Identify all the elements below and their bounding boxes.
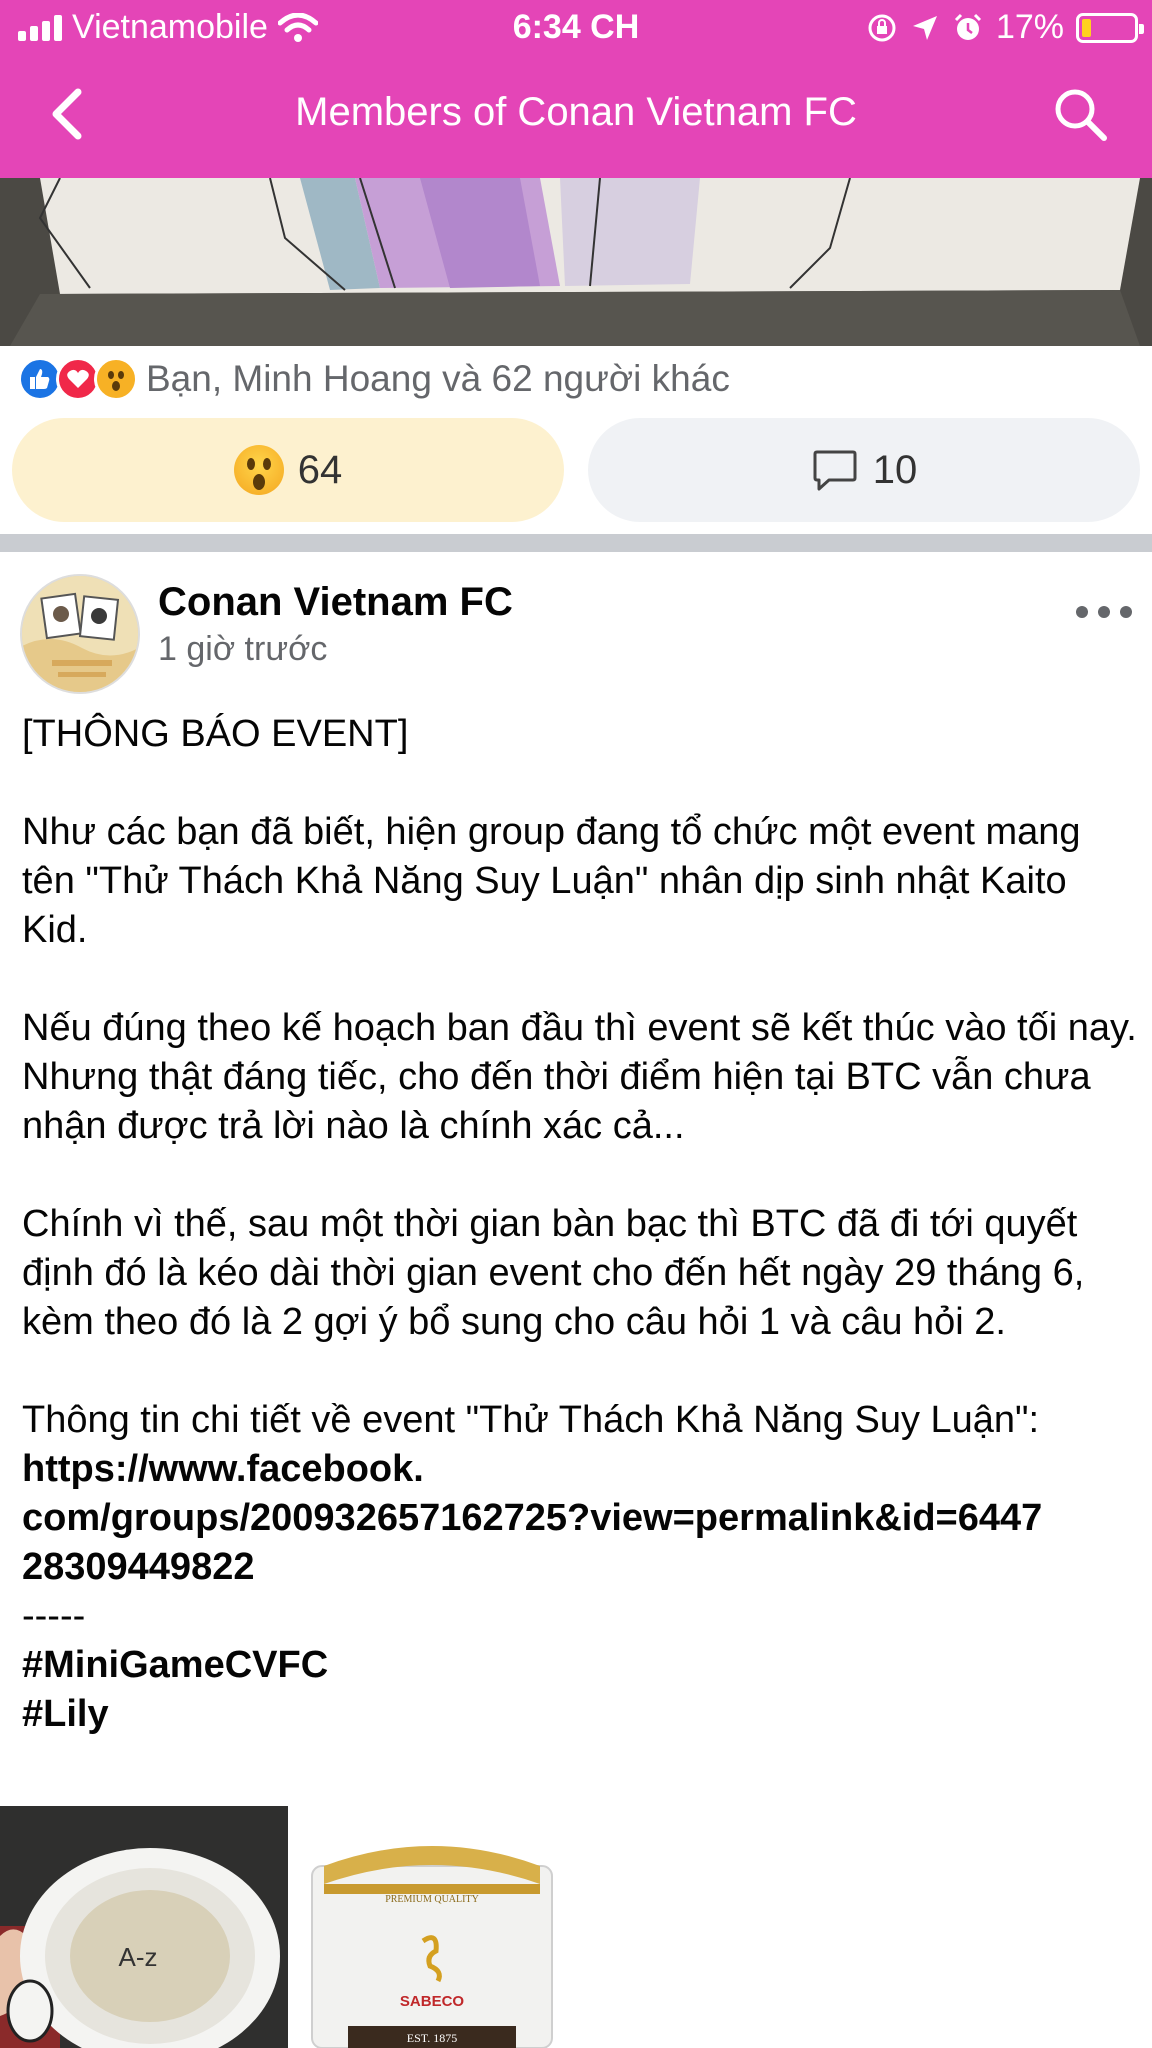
nav-bar: Members of Conan Vietnam FC bbox=[0, 70, 1152, 166]
status-right: 17% bbox=[866, 8, 1144, 47]
location-icon bbox=[912, 15, 937, 40]
can-est: EST. 1875 bbox=[407, 2031, 457, 2045]
post-author[interactable]: Conan Vietnam FC bbox=[158, 580, 513, 625]
battery-percent: 17% bbox=[995, 8, 1064, 46]
event-link-part-1: https://www.facebook. bbox=[22, 1448, 424, 1490]
event-link[interactable]: https://www.facebook. com/groups/2009326… bbox=[22, 1445, 1142, 1592]
wow-icon bbox=[94, 357, 138, 401]
event-link-part-2: com/groups/200932657162725?view=permalin… bbox=[22, 1497, 1043, 1539]
alarm-icon bbox=[954, 13, 981, 40]
previous-post-image[interactable] bbox=[0, 178, 1152, 346]
post-paragraph-1: Như các bạn đã biết, hiện group đang tổ … bbox=[22, 811, 1081, 951]
search-icon[interactable] bbox=[1050, 84, 1110, 144]
rotation-lock-icon bbox=[868, 14, 896, 41]
avatar[interactable] bbox=[20, 574, 140, 694]
can-top-text: PREMIUM QUALITY bbox=[385, 1894, 479, 1905]
post-time[interactable]: 1 giờ trước bbox=[158, 630, 327, 669]
cup-text: A-z bbox=[119, 1942, 158, 1972]
comment-button[interactable]: 10 bbox=[588, 418, 1140, 522]
post-paragraph-3: Chính vì thế, sau một thời gian bàn bạc … bbox=[22, 1203, 1085, 1343]
post-photo-can[interactable]: PREMIUM QUALITY SABECO EST. 1875 bbox=[288, 1806, 1152, 2048]
react-count: 64 bbox=[297, 447, 343, 492]
status-bar: Vietnamobile 6:34 CH 17% bbox=[0, 0, 1152, 58]
post-paragraph-2: Nếu đúng theo kế hoạch ban đầu thì event… bbox=[22, 1007, 1137, 1147]
page-title: Members of Conan Vietnam FC bbox=[295, 90, 857, 134]
react-button[interactable]: 64 bbox=[12, 418, 564, 522]
feed-separator bbox=[0, 534, 1152, 552]
hashtag-lily[interactable]: #Lily bbox=[22, 1690, 1142, 1739]
reactions-summary[interactable]: Bạn, Minh Hoang và 62 người khác bbox=[18, 355, 730, 403]
top-bar: Vietnamobile 6:34 CH 17% Members of Cona… bbox=[0, 0, 1152, 178]
comment-icon bbox=[813, 450, 857, 491]
hashtag-minigame[interactable]: #MiniGameCVFC bbox=[22, 1641, 1142, 1690]
reaction-icons bbox=[18, 357, 138, 401]
comment-count: 10 bbox=[872, 447, 918, 492]
post-paragraph-4: Thông tin chi tiết về event "Thử Thách K… bbox=[22, 1399, 1040, 1441]
drawing-paper-image bbox=[0, 178, 1152, 346]
more-options-icon[interactable] bbox=[1076, 598, 1132, 626]
event-link-part-3: 28309449822 bbox=[22, 1546, 255, 1588]
reactions-text: Bạn, Minh Hoang và 62 người khác bbox=[146, 358, 730, 399]
chevron-left-icon[interactable] bbox=[40, 84, 100, 144]
battery-icon bbox=[1076, 12, 1144, 43]
post-photo-cup[interactable]: A-z bbox=[0, 1806, 288, 2048]
post-text: [THÔNG BÁO EVENT] Như các bạn đã biết, h… bbox=[22, 710, 1142, 1739]
text-divider: ----- bbox=[22, 1595, 86, 1637]
post-heading: [THÔNG BÁO EVENT] bbox=[22, 713, 409, 755]
can-brand: SABECO bbox=[400, 1993, 465, 2010]
wow-icon bbox=[233, 445, 284, 495]
